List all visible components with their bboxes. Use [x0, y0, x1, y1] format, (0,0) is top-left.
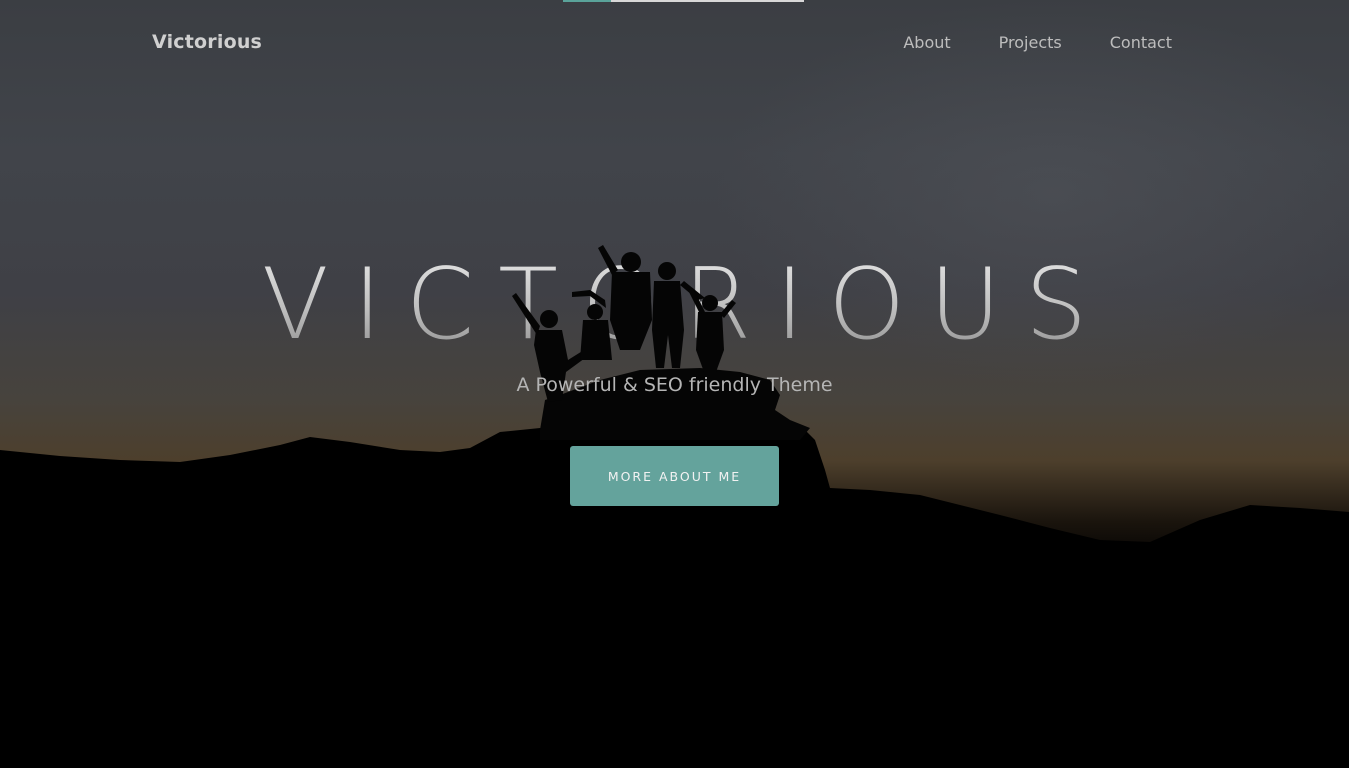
hero-title: VICTORIOUS [0, 248, 1349, 362]
brand-logo[interactable]: Victorious [152, 31, 262, 53]
hero-section: Victorious About Projects Contact VICTOR… [0, 0, 1349, 768]
navbar: Victorious About Projects Contact [0, 0, 1349, 86]
nav-link-projects[interactable]: Projects [999, 33, 1062, 52]
nav-link-contact[interactable]: Contact [1110, 33, 1172, 52]
hero-subtitle: A Powerful & SEO friendly Theme [516, 374, 833, 396]
more-about-me-button[interactable]: MORE ABOUT ME [570, 446, 779, 506]
nav-link-about[interactable]: About [903, 33, 950, 52]
nav-menu: About Projects Contact [855, 33, 1172, 52]
